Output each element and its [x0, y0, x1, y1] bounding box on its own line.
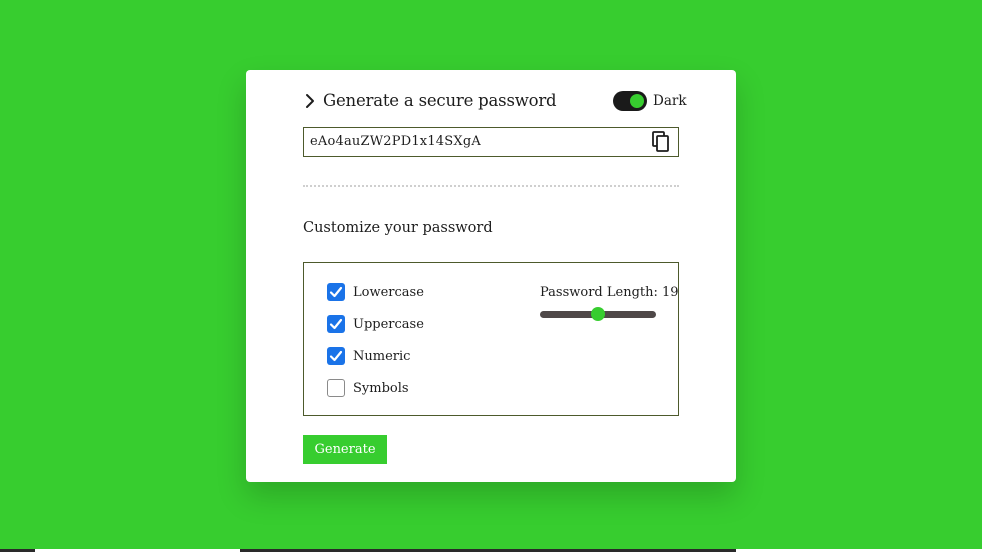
lowercase-checkbox[interactable]: [327, 283, 345, 301]
checkmark-icon: [329, 286, 343, 298]
generate-button[interactable]: Generate: [303, 435, 387, 464]
slider-thumb[interactable]: [591, 307, 605, 321]
checkmark-icon: [329, 350, 343, 362]
customize-heading: Customize your password: [303, 220, 493, 236]
numeric-checkbox[interactable]: [327, 347, 345, 365]
toggle-knob: [630, 94, 644, 108]
card-header: Generate a secure password Dark: [303, 90, 687, 112]
password-length-slider[interactable]: [540, 307, 656, 321]
section-divider: [303, 185, 679, 187]
uppercase-label: Uppercase: [353, 317, 424, 332]
lowercase-label: Lowercase: [353, 285, 424, 300]
password-value[interactable]: eAo4auZW2PD1x14SXgA: [310, 134, 481, 149]
password-output-field[interactable]: eAo4auZW2PD1x14SXgA: [303, 127, 679, 157]
checkmark-icon: [329, 318, 343, 330]
dark-mode-toggle[interactable]: [613, 91, 647, 111]
uppercase-checkbox[interactable]: [327, 315, 345, 333]
options-panel: Lowercase Uppercase Numeric Symbols Pass…: [303, 262, 679, 416]
symbols-checkbox[interactable]: [327, 379, 345, 397]
password-length-label: Password Length: 19: [540, 285, 679, 300]
symbols-label: Symbols: [353, 381, 409, 396]
numeric-label: Numeric: [353, 349, 411, 364]
password-generator-card: Generate a secure password Dark eAo4auZW…: [246, 70, 736, 482]
dark-mode-label: Dark: [653, 93, 687, 109]
copy-icon[interactable]: [652, 131, 670, 153]
chevron-right-icon[interactable]: [303, 92, 317, 110]
page-title: Generate a secure password: [323, 91, 557, 110]
